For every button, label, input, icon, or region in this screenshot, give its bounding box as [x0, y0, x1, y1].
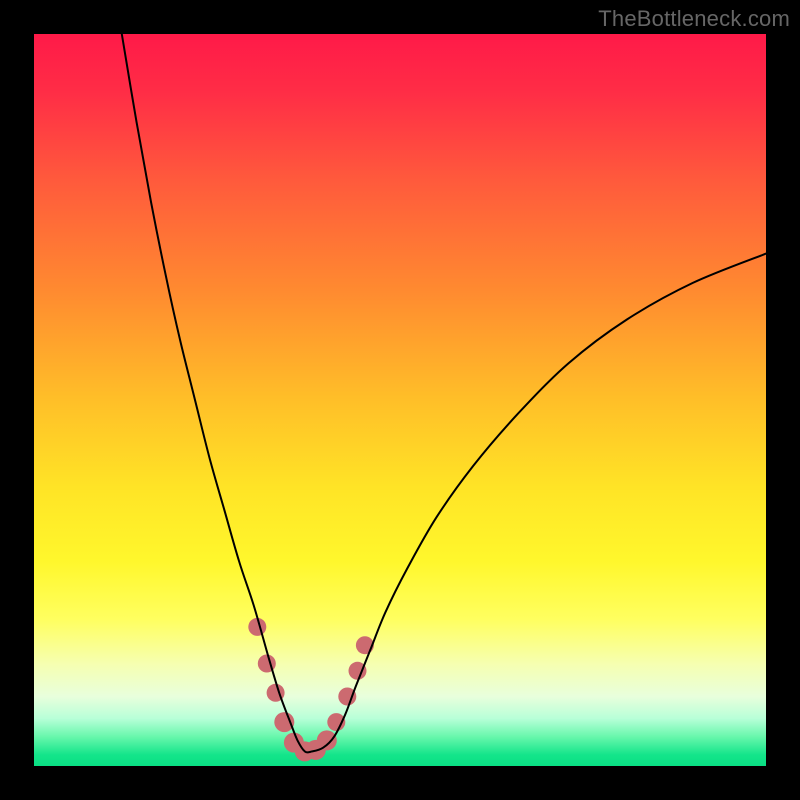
watermark-label: TheBottleneck.com — [598, 6, 790, 32]
chart-frame: TheBottleneck.com — [0, 0, 800, 800]
highlight-dot — [317, 730, 337, 750]
highlight-dot — [274, 712, 294, 732]
bottleneck-chart — [0, 0, 800, 800]
plot-background — [34, 34, 766, 766]
